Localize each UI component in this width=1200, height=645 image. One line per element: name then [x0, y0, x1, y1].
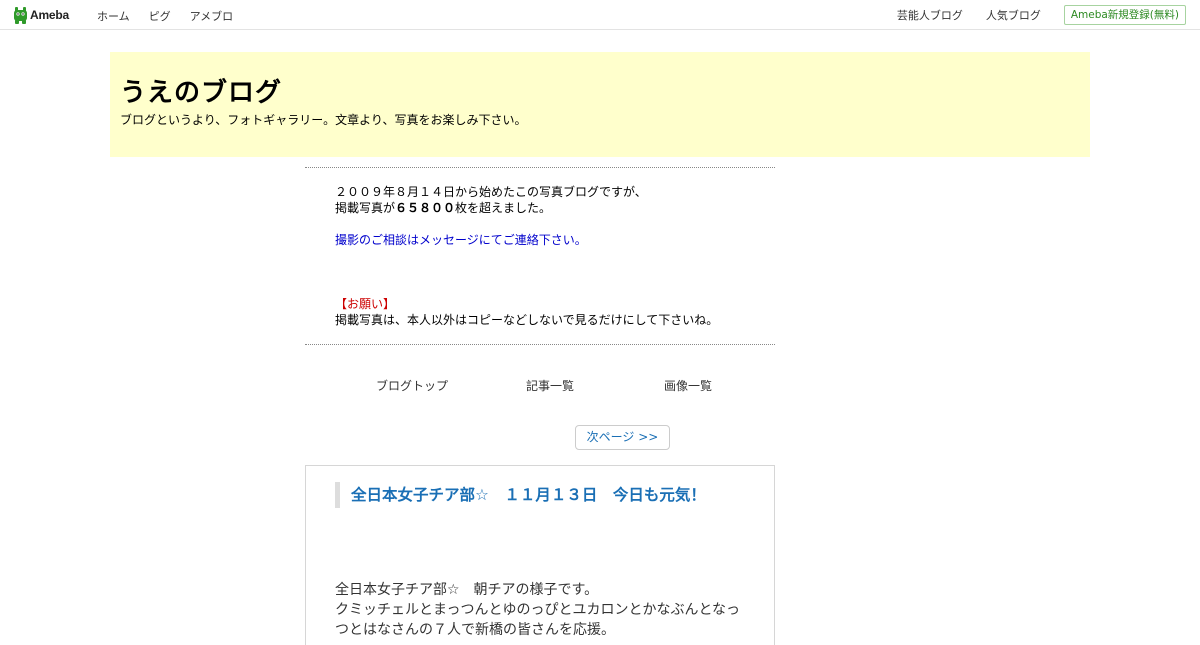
message-line-1: ２００９年８月１４日から始めたこの写真ブログですが、	[335, 185, 647, 199]
message-line-2-prefix: 掲載写真が	[335, 201, 396, 215]
article-body-line: クミッチェルとまっつんとゆのっぴとユカロンとかなぶんとなっ	[335, 602, 741, 618]
article-body: 全日本女子チア部☆ 朝チアの様子です。 クミッチェルとまっつんとゆのっぴとユカロ…	[335, 580, 755, 640]
blog-description: ブログというより、フォトギャラリー。文章より、写真をお楽しみ下さい。	[120, 113, 527, 127]
global-header: Ameba ホーム ピグ アメブロ 芸能人ブログ 人気ブログ Ameba新規登録…	[0, 0, 1200, 30]
message-line-2-suffix: 枚を超えました。	[455, 201, 552, 215]
article-title[interactable]: 全日本女子チア部☆ １１月１３日 今日も元気！	[351, 482, 706, 508]
notice-text: 掲載写真は、本人以外はコピーなどしないで見るだけにして下さいね。	[335, 313, 719, 327]
menu-blog-top-link[interactable]: ブログトップ	[376, 377, 448, 394]
article-body-line: 全日本女子チア部☆ 朝チアの様子です。	[335, 582, 599, 598]
menu-entry-list-link[interactable]: 記事一覧	[526, 377, 574, 394]
article-body-line: つとはなさんの７人で新橋の皆さんを応援。	[335, 622, 615, 638]
article-title-wrap: 全日本女子チア部☆ １１月１３日 今日も元気！	[335, 482, 706, 508]
message-line-2: 掲載写真が６５８００枚を超えました。	[335, 200, 551, 216]
ameba-mascot-icon	[14, 6, 27, 24]
register-button[interactable]: Ameba新規登録(無料)	[1063, 5, 1186, 25]
contact-note: 撮影のご相談はメッセージにてご連絡下さい。	[335, 233, 587, 247]
menu-image-list-link[interactable]: 画像一覧	[664, 377, 712, 394]
article-card: 全日本女子チア部☆ １１月１３日 今日も元気！ 全日本女子チア部☆ 朝チアの様子…	[305, 465, 775, 645]
blog-message: ２００９年８月１４日から始めたこの写真ブログですが、 掲載写真が６５８００枚を超…	[305, 167, 775, 345]
global-nav-right: 芸能人ブログ 人気ブログ Ameba新規登録(無料)	[897, 5, 1186, 25]
global-nav-left: ホーム ピグ アメブロ	[97, 8, 233, 24]
notice-heading: 【お願い】	[335, 297, 396, 311]
nav-pigg-link[interactable]: ピグ	[149, 8, 171, 24]
nav-popular-blog-link[interactable]: 人気ブログ	[986, 7, 1041, 23]
blog-menu: ブログトップ 記事一覧 画像一覧	[305, 377, 775, 393]
blog-title[interactable]: うえのブログ	[120, 72, 282, 109]
nav-home-link[interactable]: ホーム	[97, 8, 130, 24]
next-page-button[interactable]: 次ページ >>	[575, 425, 670, 450]
photo-count: ６５８００	[395, 201, 456, 215]
nav-celebrity-blog-link[interactable]: 芸能人ブログ	[897, 7, 963, 23]
blog-header: うえのブログ ブログというより、フォトギャラリー。文章より、写真をお楽しみ下さい…	[110, 52, 1090, 157]
ameba-logo[interactable]: Ameba	[13, 6, 69, 24]
nav-ameblo-link[interactable]: アメブロ	[190, 8, 233, 24]
logo-text: Ameba	[30, 8, 70, 22]
